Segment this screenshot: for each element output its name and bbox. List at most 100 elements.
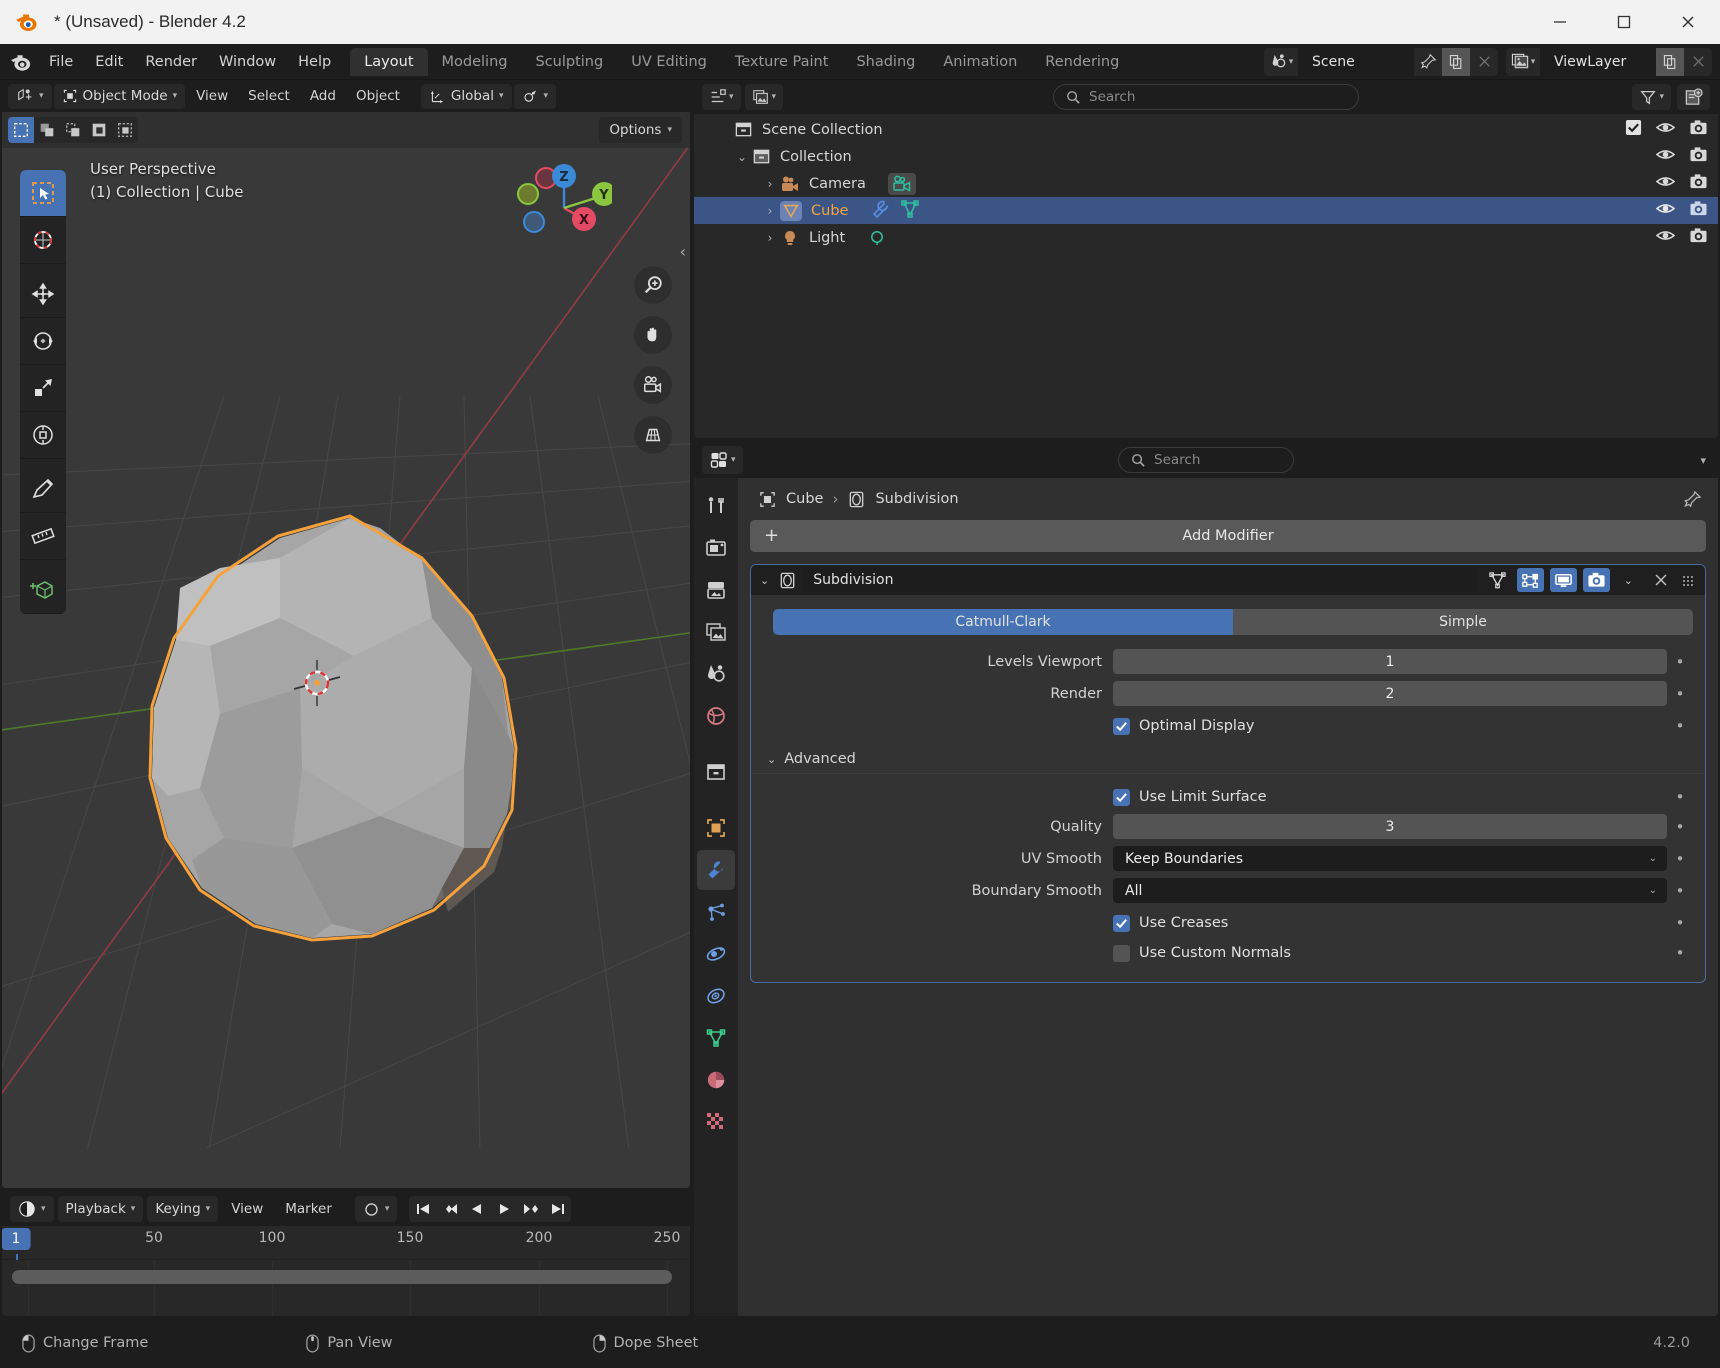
new-scene-icon[interactable] [1442,47,1470,76]
new-viewlayer-icon[interactable] [1656,47,1684,76]
modifier-extras-chevron-icon[interactable]: ⌄ [1616,574,1641,587]
viewport-menu-select[interactable]: Select [239,88,299,104]
output-tab[interactable] [697,570,735,610]
jump-to-start-icon[interactable] [409,1196,436,1222]
timeline-body[interactable] [2,1260,690,1316]
subdivision-type-simple[interactable]: Simple [1233,609,1693,635]
uv-smooth-animate-dot[interactable]: • [1667,850,1693,868]
menu-window[interactable]: Window [208,50,287,74]
properties-search-input[interactable]: Search [1118,447,1294,473]
workspace-tab-animation[interactable]: Animation [929,48,1031,76]
render-levels-animate-dot[interactable]: • [1667,685,1693,703]
select-box-icon[interactable] [8,117,34,143]
timeline-editor-icon[interactable]: ▾ [10,1196,54,1222]
viewport-menu-add[interactable]: Add [301,88,345,104]
on-cage-toggle[interactable] [1484,568,1511,592]
object-data-tab[interactable] [697,1018,735,1058]
modifier-wrench-icon[interactable] [870,199,890,223]
collection-disclosure-icon[interactable]: ⌄ [732,150,752,164]
modifier-close-icon[interactable] [1647,572,1675,588]
rotate-tool[interactable] [20,318,66,365]
snapping-selector[interactable]: ▾ [513,83,557,109]
new-collection-icon[interactable] [1677,84,1710,110]
use-limit-surface-checkbox[interactable] [1113,788,1130,806]
hide-in-viewport-eye-icon[interactable] [1655,228,1676,247]
viewport-options-button[interactable]: Options ▾ [599,117,682,143]
outliner-row-cube[interactable]: › Cube [694,197,1718,224]
render-tab[interactable] [697,528,735,568]
use-custom-normals-animate-dot[interactable]: • [1667,944,1693,962]
menu-edit[interactable]: Edit [84,50,134,74]
breadcrumb-object-label[interactable]: Cube [786,491,823,507]
light-data-icon[interactable] [867,228,887,248]
viewlayer-selector[interactable]: ▾ ViewLayer [1506,47,1712,76]
uv-smooth-select[interactable]: Keep Boundaries ⌄ [1113,846,1667,871]
workspace-tab-layout[interactable]: Layout [350,47,428,76]
transform-orientation-selector[interactable]: Global ▾ [420,83,512,109]
viewport-menu-view[interactable]: View [187,88,237,104]
levels-viewport-input[interactable]: 1 [1113,649,1667,674]
minimize-button[interactable] [1528,0,1592,44]
menu-file[interactable]: File [38,50,84,74]
outliner-row-scene-collection[interactable]: Scene Collection [694,116,1718,143]
modifier-expand-chevron-icon[interactable]: ⌄ [757,574,772,587]
levels-viewport-animate-dot[interactable]: • [1667,653,1693,671]
navigation-gizmo[interactable]: Z X Y [516,160,612,256]
timeline-menu-playback[interactable]: Playback ▾ [57,1196,144,1222]
cube-object-mesh[interactable] [2,148,690,1148]
prev-keyframe-icon[interactable] [436,1196,463,1222]
next-keyframe-icon[interactable] [517,1196,544,1222]
breadcrumb-modifier-label[interactable]: Subdivision [875,491,958,507]
object-tab[interactable] [697,808,735,848]
world-tab[interactable] [697,696,735,736]
scene-selector[interactable]: ▾ Scene [1264,47,1498,76]
realtime-viewport-toggle[interactable] [1549,568,1577,592]
properties-collapse-icon[interactable]: ▾ [1700,454,1706,467]
viewport-menu-object[interactable]: Object [347,88,409,104]
optimal-display-checkbox[interactable] [1113,717,1130,735]
disable-in-renders-camera-icon[interactable] [1689,200,1708,221]
menu-help[interactable]: Help [287,50,342,74]
timeline-menu-keying[interactable]: Keying ▾ [147,1196,219,1222]
blender-menu-logo-icon[interactable] [8,50,32,74]
tweak-select-box-tool[interactable] [20,170,66,217]
pin-scene-icon[interactable] [1414,48,1442,76]
interaction-mode-selector[interactable]: Object Mode ▾ [53,83,186,109]
pin-id-icon[interactable] [1683,490,1702,513]
workspace-tab-texture-paint[interactable]: Texture Paint [721,48,843,76]
editor-type-selector[interactable]: ▾ [8,83,52,109]
use-creases-checkbox[interactable] [1113,914,1130,932]
tool-tab[interactable] [697,486,735,526]
hide-in-viewport-eye-icon[interactable] [1655,147,1676,166]
workspace-tab-uv-editing[interactable]: UV Editing [617,48,721,76]
advanced-section-header[interactable]: ⌄ Advanced [767,751,1693,767]
hide-in-viewport-eye-icon[interactable] [1655,174,1676,193]
scene-icon[interactable]: ▾ [1264,47,1298,76]
maximize-button[interactable] [1592,0,1656,44]
disable-in-renders-camera-icon[interactable] [1689,173,1708,194]
advanced-chevron-icon[interactable]: ⌄ [767,753,776,766]
physics-tab[interactable] [697,934,735,974]
render-toggle[interactable] [1582,568,1610,592]
camera-view-icon[interactable] [634,366,672,404]
use-creases-animate-dot[interactable]: • [1667,914,1693,932]
move-tool[interactable] [20,271,66,318]
hide-in-viewport-eye-icon[interactable] [1655,201,1676,220]
render-levels-input[interactable]: 2 [1113,681,1667,706]
modifier-name-input[interactable]: Subdivision [803,568,1478,592]
perspective-ortho-icon[interactable] [634,416,672,454]
timeline-playhead[interactable]: 1 [2,1228,31,1250]
material-tab[interactable] [697,1060,735,1100]
timeline-scrollbar[interactable] [12,1270,672,1284]
remove-viewlayer-icon[interactable] [1684,48,1712,76]
workspace-tab-modeling[interactable]: Modeling [428,48,522,76]
hide-in-viewport-eye-icon[interactable] [1655,120,1676,139]
outliner-editor-type-icon[interactable]: ▾ [702,84,741,110]
cube-disclosure-icon[interactable]: › [760,204,780,218]
mesh-data-icon[interactable] [900,199,920,223]
quality-input[interactable]: 3 [1113,814,1667,839]
timeline-menu-view[interactable]: View [222,1201,272,1217]
use-custom-normals-checkbox[interactable] [1113,944,1130,962]
constraints-tab[interactable] [697,976,735,1016]
timeline-ruler[interactable]: 50 100 150 200 250 1 [2,1226,690,1303]
